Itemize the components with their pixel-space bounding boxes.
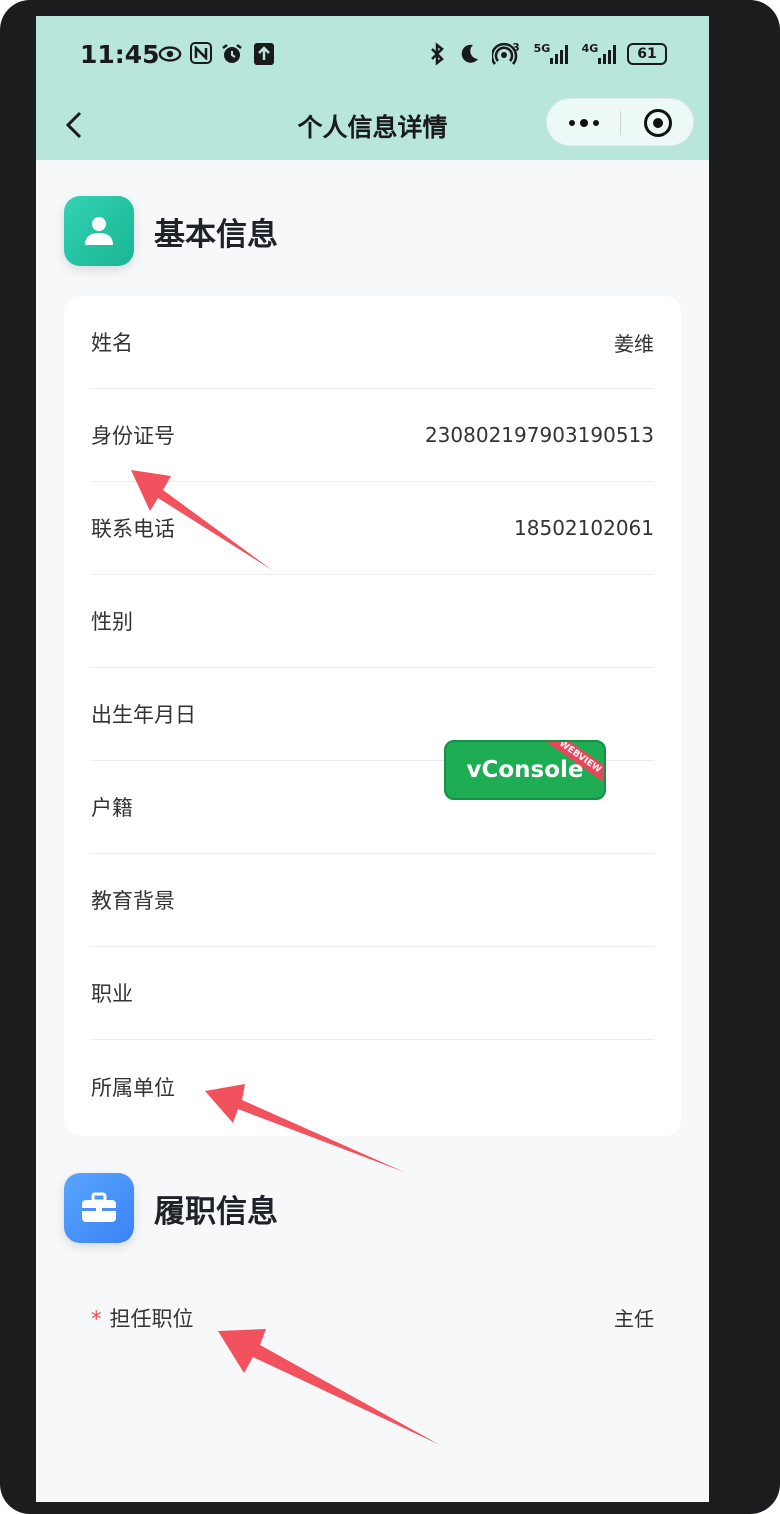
required-mark: *	[91, 1306, 102, 1331]
eye-icon	[158, 42, 182, 66]
row-value: 230802197903190513	[424, 423, 654, 447]
upload-icon	[252, 42, 276, 66]
info-row-id-number: 身份证号 230802197903190513	[91, 389, 654, 482]
row-label: 身份证号	[91, 424, 175, 448]
row-label: 职业	[91, 982, 133, 1006]
miniprogram-capsule	[546, 98, 694, 146]
moon-icon	[457, 42, 481, 66]
row-label: 户籍	[91, 796, 133, 820]
phone-screen: 11:45 3 5G 4G 61 个人信息详情 基本信息 姓名 姜维 身份证号 …	[36, 16, 709, 1502]
basic-info-header: 基本信息	[64, 196, 278, 266]
info-row-position: * 担任职位 主任	[91, 1271, 654, 1364]
basic-info-title: 基本信息	[154, 216, 278, 253]
signal-5g-icon: 5G	[531, 42, 571, 66]
info-row-education: 教育背景	[91, 854, 654, 947]
signal-4g-label: 4G	[581, 41, 599, 55]
row-label: 所属单位	[91, 1075, 175, 1100]
bluetooth-icon	[425, 42, 449, 66]
more-dot-icon	[580, 119, 588, 127]
status-icons-left	[158, 42, 276, 66]
row-label-wrap: * 担任职位	[91, 1303, 194, 1333]
row-label: 出生年月日	[91, 703, 196, 727]
target-icon	[653, 118, 663, 128]
status-time: 11:45	[80, 40, 160, 69]
row-label: 性别	[91, 610, 133, 634]
signal-5g-label: 5G	[533, 41, 551, 55]
row-value: 姜维	[614, 331, 654, 356]
user-icon	[64, 196, 134, 266]
row-label: 担任职位	[109, 1306, 194, 1331]
signal-4g-icon: 4G	[579, 42, 619, 66]
hotspot-icon: 3	[489, 40, 523, 66]
row-value: 主任	[614, 1307, 654, 1331]
info-row-gender: 性别	[91, 575, 654, 668]
basic-info-card: 姓名 姜维 身份证号 230802197903190513 联系电话 18502…	[64, 296, 681, 1136]
row-label: 联系电话	[91, 517, 175, 541]
more-menu-button[interactable]	[563, 99, 605, 147]
hotspot-badge: 3	[512, 40, 520, 54]
top-bar: 11:45 3 5G 4G 61 个人信息详情	[36, 16, 709, 160]
info-row-organization: 所属单位	[91, 1040, 654, 1133]
more-dot-icon	[593, 120, 599, 126]
row-label: 教育背景	[91, 889, 175, 913]
duty-info-header: 履职信息	[64, 1173, 278, 1243]
more-dot-icon	[569, 120, 575, 126]
battery-indicator: 61	[627, 43, 667, 65]
nav-bar: 个人信息详情	[36, 94, 709, 160]
duty-info-title: 履职信息	[154, 1193, 278, 1230]
info-row-name: 姓名 姜维	[91, 296, 654, 389]
close-miniprogram-button[interactable]	[644, 109, 672, 137]
vconsole-label: vConsole	[466, 757, 584, 783]
status-bar: 11:45 3 5G 4G 61	[36, 16, 709, 94]
briefcase-icon	[64, 1173, 134, 1243]
duty-info-card: * 担任职位 主任	[64, 1271, 681, 1371]
capsule-divider	[620, 111, 621, 135]
info-row-occupation: 职业	[91, 947, 654, 1040]
info-row-phone: 联系电话 18502102061	[91, 482, 654, 575]
vconsole-button[interactable]: vConsole WEBVIEW	[444, 740, 606, 800]
row-value: 18502102061	[514, 516, 654, 540]
status-icons-right: 3 5G 4G 61	[425, 40, 667, 66]
alarm-icon	[220, 42, 244, 66]
row-label: 姓名	[91, 331, 133, 355]
nfc-icon	[190, 42, 212, 64]
